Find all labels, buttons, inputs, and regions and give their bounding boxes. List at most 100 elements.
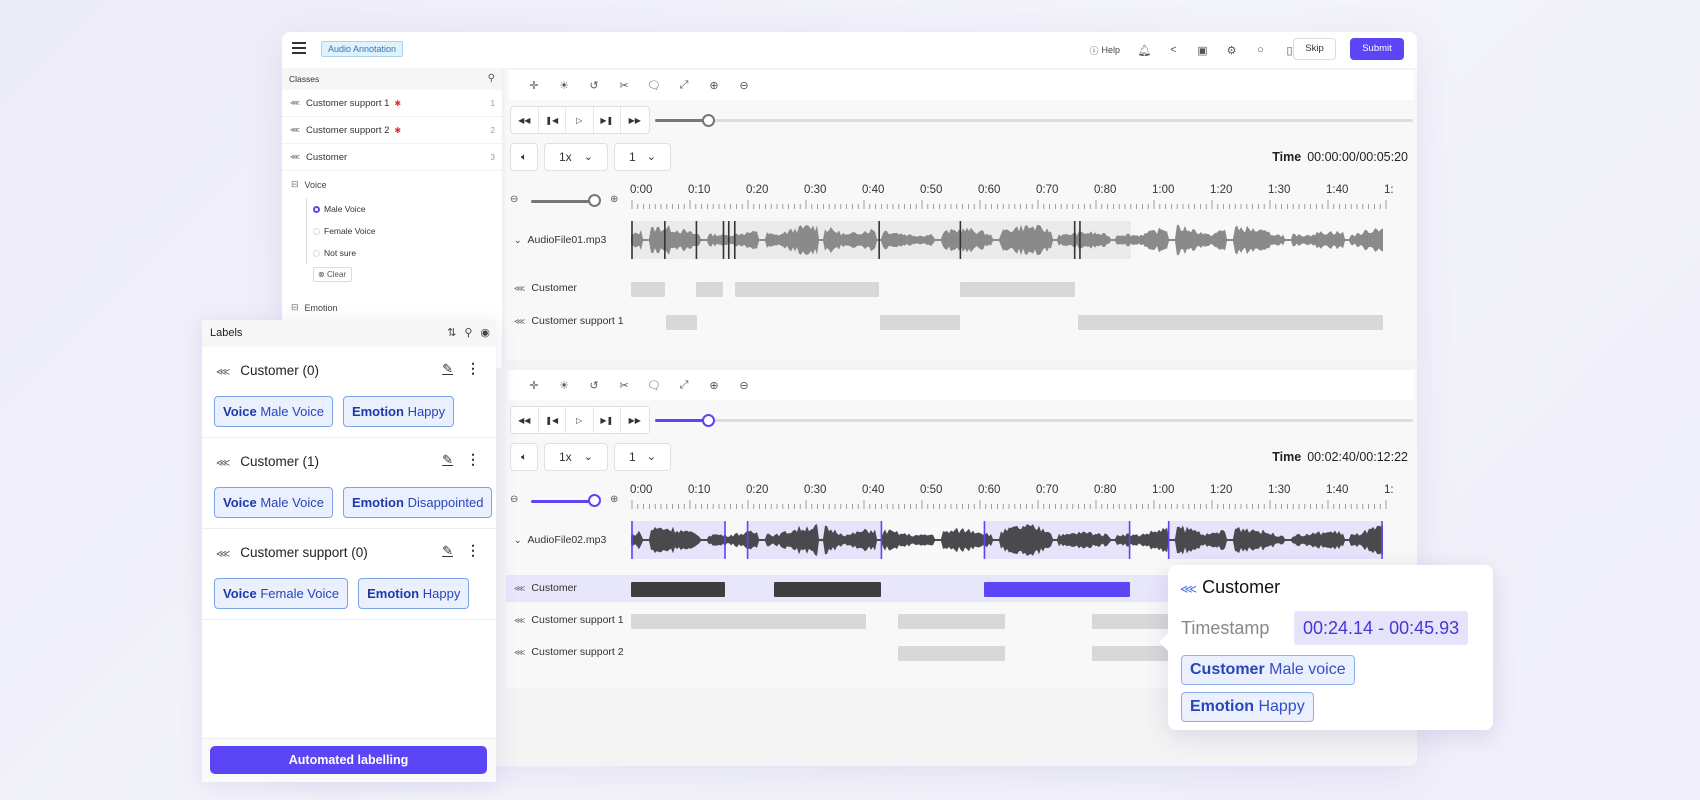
annotation-segment[interactable] bbox=[631, 614, 866, 629]
zoom-out-icon[interactable]: ⊖ bbox=[510, 494, 518, 505]
zoom-out-icon[interactable]: ⊖ bbox=[729, 375, 759, 395]
label-item[interactable]: ⋘ Customer (0) ✎ ⋮ Voice Male Voice Emotio… bbox=[202, 347, 496, 438]
seek-slider[interactable] bbox=[655, 414, 1413, 427]
annotation-segment[interactable] bbox=[734, 282, 880, 297]
label-item[interactable]: ⋘ Customer support (0) ✎ ⋮ Voice Female V… bbox=[202, 529, 496, 620]
rewind-icon[interactable]: ◀◀ bbox=[511, 107, 539, 133]
class-item[interactable]: ⋘ Customer 3 bbox=[282, 144, 502, 171]
scissors-icon[interactable]: ✂ bbox=[609, 375, 639, 395]
zoom-out-icon[interactable]: ⊖ bbox=[510, 194, 518, 205]
label-chip[interactable]: Emotion Disappointed bbox=[342, 487, 493, 518]
fast-forward-icon[interactable]: ▶▶ bbox=[621, 107, 649, 133]
clear-button[interactable]: ⊗ Clear bbox=[313, 267, 352, 282]
label-chip[interactable]: Voice Male Voice bbox=[214, 396, 333, 427]
file-toggle[interactable]: ⌄ AudioFile01.mp3 bbox=[514, 234, 606, 246]
more-icon[interactable]: ⋮ bbox=[466, 451, 480, 468]
sort-icon[interactable]: ⇅ bbox=[447, 320, 456, 347]
radio-male-voice[interactable]: Male Voice bbox=[282, 198, 502, 220]
label-item[interactable]: ⋘ Customer (1) ✎ ⋮ Voice Male Voice Emotio… bbox=[202, 438, 496, 529]
label-chip[interactable]: Emotion Happy bbox=[358, 578, 470, 609]
submit-button[interactable]: Submit bbox=[1350, 38, 1404, 60]
annotation-segment[interactable] bbox=[631, 282, 665, 297]
rotate-icon[interactable]: ↺ bbox=[579, 375, 609, 395]
radio-female-voice[interactable]: Female Voice bbox=[282, 220, 502, 242]
seek-knob[interactable] bbox=[702, 414, 716, 427]
label-chip[interactable]: Voice Female Voice bbox=[214, 578, 349, 609]
zoom-in-icon[interactable]: ⊕ bbox=[699, 375, 729, 395]
tooltip-chip[interactable]: Customer Male voice bbox=[1181, 655, 1355, 685]
bell-icon[interactable]: 🔔︎ bbox=[1130, 41, 1159, 59]
more-icon[interactable]: ⋮ bbox=[466, 360, 480, 377]
channel-select[interactable]: 1 ⌄ bbox=[614, 443, 671, 471]
zoom-slider[interactable]: ⊖ ⊕ bbox=[510, 194, 622, 208]
prev-frame-icon[interactable]: ❚◀ bbox=[539, 107, 566, 133]
save-icon[interactable]: ▣ bbox=[1188, 41, 1217, 59]
annotation-segment[interactable] bbox=[696, 282, 724, 297]
annotation-segment[interactable] bbox=[960, 282, 1075, 297]
scissors-icon[interactable]: ✂ bbox=[609, 75, 639, 95]
more-icon[interactable]: ⋮ bbox=[466, 542, 480, 559]
emotion-group[interactable]: ⊟ Emotion bbox=[282, 294, 502, 321]
help-button[interactable]: ⓘ Help bbox=[1089, 41, 1130, 59]
class-item[interactable]: ⋘ Customer support 1 ✱ 1 bbox=[282, 90, 502, 117]
play-icon[interactable]: ▷ bbox=[566, 407, 594, 433]
waveform[interactable] bbox=[631, 521, 1383, 559]
fullscreen-icon[interactable]: ⤢ bbox=[669, 75, 699, 95]
search-icon[interactable]: ⚲ bbox=[464, 320, 472, 347]
share-icon[interactable]: < bbox=[1159, 41, 1188, 59]
play-icon[interactable]: ▷ bbox=[566, 107, 594, 133]
eye-icon[interactable]: ◉ bbox=[480, 320, 490, 347]
skip-button[interactable]: Skip bbox=[1293, 38, 1336, 60]
comment-icon[interactable]: 🗨︎ bbox=[639, 375, 669, 395]
automated-labelling-button[interactable]: Automated labelling bbox=[210, 746, 487, 774]
brightness-icon[interactable]: ☀ bbox=[549, 75, 579, 95]
zoom-knob[interactable] bbox=[588, 494, 601, 507]
move-icon[interactable]: ✛ bbox=[519, 375, 549, 395]
fast-forward-icon[interactable]: ▶▶ bbox=[621, 407, 649, 433]
search-icon[interactable]: ⚲ bbox=[488, 68, 495, 90]
annotation-segment[interactable] bbox=[897, 646, 1006, 661]
volume-button[interactable]: 🔈︎ bbox=[510, 143, 538, 171]
zoom-knob[interactable] bbox=[588, 194, 601, 207]
rewind-icon[interactable]: ◀◀ bbox=[511, 407, 539, 433]
next-frame-icon[interactable]: ▶❚ bbox=[594, 107, 621, 133]
speed-select[interactable]: 1x ⌄ bbox=[544, 443, 608, 471]
zoom-slider[interactable]: ⊖ ⊕ bbox=[510, 494, 622, 508]
chat-icon[interactable]: ○ bbox=[1246, 41, 1275, 59]
edit-icon[interactable]: ✎ bbox=[442, 452, 453, 468]
next-frame-icon[interactable]: ▶❚ bbox=[594, 407, 621, 433]
fullscreen-icon[interactable]: ⤢ bbox=[669, 375, 699, 395]
radio-not-sure[interactable]: Not sure bbox=[282, 242, 502, 264]
class-item[interactable]: ⋘ Customer support 2 ✱ 2 bbox=[282, 117, 502, 144]
move-icon[interactable]: ✛ bbox=[519, 75, 549, 95]
comment-icon[interactable]: 🗨︎ bbox=[639, 75, 669, 95]
annotation-track[interactable]: ⋘ Customer bbox=[506, 275, 1417, 302]
edit-icon[interactable]: ✎ bbox=[442, 543, 453, 559]
file-toggle[interactable]: ⌄ AudioFile02.mp3 bbox=[514, 534, 606, 546]
seek-slider[interactable] bbox=[655, 114, 1413, 127]
label-chip[interactable]: Voice Male Voice bbox=[214, 487, 333, 518]
voice-group[interactable]: ⊟ Voice bbox=[282, 171, 502, 198]
zoom-in-icon[interactable]: ⊕ bbox=[610, 194, 618, 205]
menu-icon[interactable] bbox=[292, 42, 306, 54]
annotation-segment[interactable] bbox=[897, 614, 1006, 629]
volume-button[interactable]: 🔈︎ bbox=[510, 443, 538, 471]
seek-knob[interactable] bbox=[702, 114, 716, 127]
annotation-segment[interactable] bbox=[773, 582, 882, 597]
annotation-segment[interactable] bbox=[665, 315, 698, 330]
annotation-segment[interactable] bbox=[631, 582, 725, 597]
zoom-in-icon[interactable]: ⊕ bbox=[699, 75, 729, 95]
channel-select[interactable]: 1 ⌄ bbox=[614, 143, 671, 171]
annotation-segment[interactable] bbox=[879, 315, 960, 330]
annotation-track[interactable]: ⋘ Customer support 1 bbox=[506, 308, 1417, 335]
gear-icon[interactable]: ⚙ bbox=[1217, 41, 1246, 59]
label-chip[interactable]: Emotion Happy bbox=[342, 396, 455, 427]
rotate-icon[interactable]: ↺ bbox=[579, 75, 609, 95]
tooltip-chip[interactable]: Emotion Happy bbox=[1181, 692, 1314, 722]
edit-icon[interactable]: ✎ bbox=[442, 361, 453, 377]
annotation-segment[interactable] bbox=[1078, 315, 1383, 330]
prev-frame-icon[interactable]: ❚◀ bbox=[539, 407, 566, 433]
brightness-icon[interactable]: ☀ bbox=[549, 375, 579, 395]
zoom-in-icon[interactable]: ⊕ bbox=[610, 494, 618, 505]
speed-select[interactable]: 1x ⌄ bbox=[544, 143, 608, 171]
